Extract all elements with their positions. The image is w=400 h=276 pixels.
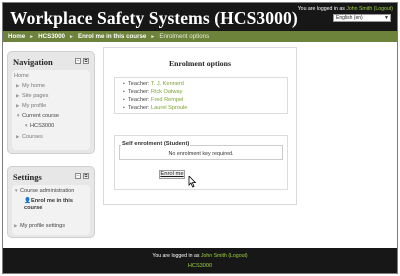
breadcrumb-enrol-me[interactable]: Enrol me in this course — [78, 33, 146, 40]
move-icon[interactable]: ⧉ — [83, 58, 89, 64]
teacher-link[interactable]: Rick Oatway — [151, 89, 182, 95]
settings-course-admin[interactable]: ▼ Course administration — [14, 188, 74, 194]
page-title: Enrolment options — [168, 59, 232, 68]
user-icon: 👤 — [24, 198, 31, 204]
mouse-pointer-icon — [188, 176, 197, 188]
settings-block-title: Settings — [13, 172, 42, 182]
nav-item-home[interactable]: Home — [14, 73, 29, 79]
teacher-link[interactable]: Fred Rempel — [151, 97, 183, 103]
settings-my-profile[interactable]: ▶ My profile settings — [14, 223, 65, 229]
nav-item-my-profile[interactable]: ▶ My profile — [16, 103, 46, 109]
dock-icon[interactable]: – — [75, 58, 81, 64]
language-value: English (en) — [336, 15, 363, 21]
browser-page: Workplace Safety Systems (HCS3000) You a… — [2, 2, 398, 274]
chevron-down-icon: ▼ — [384, 15, 389, 21]
teacher-item: • Teacher: Fred Rempel — [123, 97, 184, 103]
teacher-link[interactable]: Laurel Sproule — [151, 105, 187, 111]
teacher-link[interactable]: T. J. Kennerd — [151, 81, 184, 87]
nav-item-site-pages[interactable]: ▶ Site pages — [16, 93, 48, 99]
nav-item-my-home[interactable]: ▶ My home — [16, 83, 45, 89]
teacher-item: • Teacher: Rick Oatway — [123, 89, 183, 95]
move-icon[interactable]: ⧉ — [83, 173, 89, 179]
settings-block: Settings – ⧉ ▼ Course administration 👤Enr… — [7, 166, 95, 238]
breadcrumb-separator-icon: ► — [69, 33, 74, 40]
breadcrumb-home[interactable]: Home — [8, 33, 25, 40]
nav-item-course-code[interactable]: ▼ HCS3000 — [24, 123, 54, 129]
dock-icon[interactable]: – — [75, 173, 81, 179]
main-content: Enrolment options • Teacher: T. J. Kenner… — [103, 47, 297, 205]
language-select[interactable]: English (en) ▼ — [333, 14, 391, 22]
navigation-block-title: Navigation — [13, 57, 53, 67]
login-info: You are logged in as John Smith (Logout) — [298, 6, 393, 12]
self-enrolment-legend: Self enrolment (Student) — [121, 141, 191, 147]
self-enrolment-box: No enrolment key required. Self enrolmen… — [114, 135, 288, 190]
self-enrolment-fieldset: No enrolment key required. — [119, 145, 283, 160]
navbar: Home ► HCS3000 ► Enrol me in this course… — [3, 31, 397, 42]
footer-user-link[interactable]: John Smith — [201, 253, 227, 259]
login-prefix: You are logged in as — [297, 6, 345, 12]
breadcrumb: Home ► HCS3000 ► Enrol me in this course… — [8, 33, 209, 40]
block-controls: – ⧉ — [75, 173, 89, 179]
teacher-item: • Teacher: T. J. Kennerd — [123, 81, 184, 87]
footer-login-prefix: You are logged in as — [152, 253, 200, 259]
nav-item-current-course[interactable]: ▼ Current course — [16, 113, 59, 119]
breadcrumb-current: Enrolment options — [159, 33, 210, 40]
navigation-block-body: Home ▶ My home ▶ Site pages ▶ My profile ▼ C… — [12, 70, 90, 150]
navigation-block: Navigation – ⧉ Home ▶ My home ▶ Site pages… — [7, 51, 95, 154]
page-header: Workplace Safety Systems (HCS3000) You a… — [3, 3, 397, 31]
footer-login-info: You are logged in as John Smith (Logout) — [3, 253, 397, 259]
no-key-text: No enrolment key required. — [168, 151, 234, 157]
course-teachers-box: • Teacher: T. J. Kennerd • Teacher: Rick O… — [114, 77, 288, 114]
settings-enrol-me[interactable]: 👤Enrol me in this course — [24, 198, 86, 212]
teacher-item: • Teacher: Laurel Sproule — [123, 105, 188, 111]
block-controls: – ⧉ — [75, 58, 89, 64]
footer-logout-link[interactable]: (Logout) — [228, 253, 247, 259]
site-title[interactable]: Workplace Safety Systems (HCS3000) — [10, 8, 298, 29]
logout-link[interactable]: (Logout) — [374, 6, 393, 12]
settings-block-body: ▼ Course administration 👤Enrol me in this… — [12, 185, 90, 235]
page-footer: You are logged in as John Smith (Logout)… — [3, 248, 397, 273]
enrol-me-button[interactable]: Enrol me — [159, 170, 185, 179]
breadcrumb-course[interactable]: HCS3000 — [38, 33, 65, 40]
breadcrumb-separator-icon: ► — [29, 33, 35, 40]
nav-item-courses[interactable]: ▶ Courses — [16, 134, 43, 140]
footer-course-link[interactable]: HCS3000 — [3, 263, 397, 269]
breadcrumb-separator-icon: ► — [150, 33, 156, 40]
user-name-link[interactable]: John Smith — [346, 6, 372, 12]
